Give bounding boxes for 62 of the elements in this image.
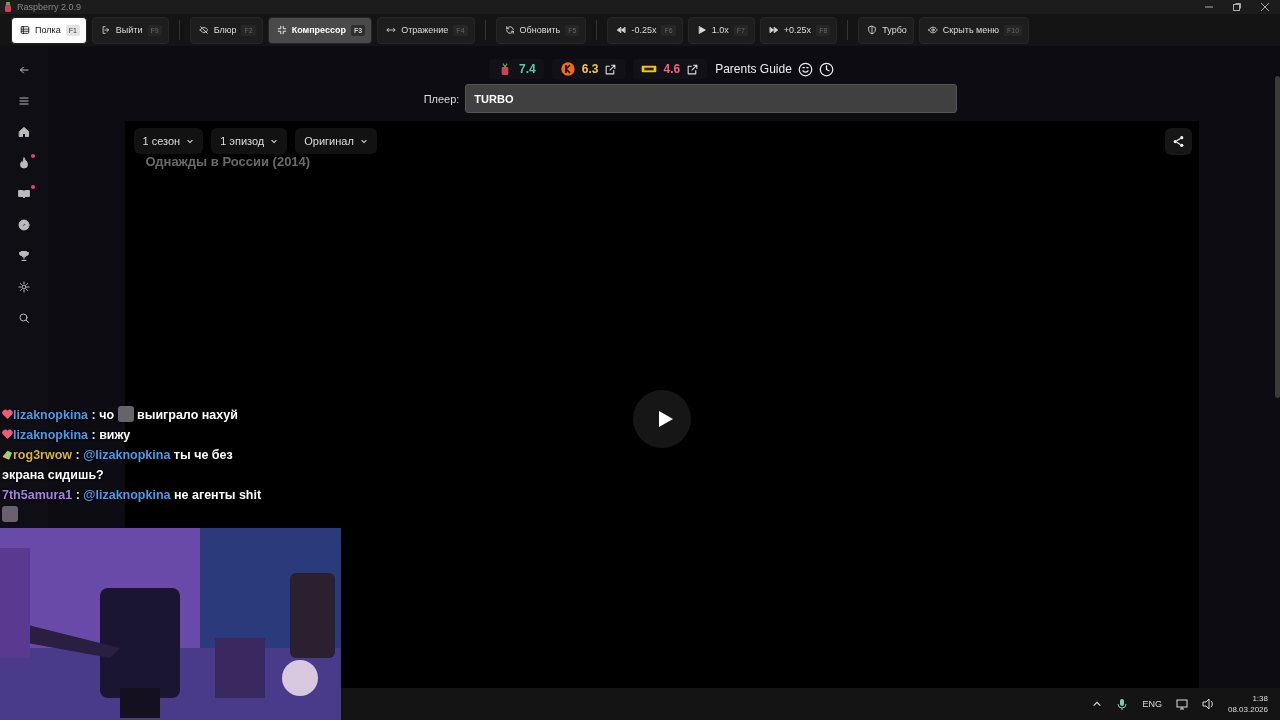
shield-icon [867, 25, 878, 35]
chevron-up-icon[interactable] [1092, 699, 1103, 709]
heart-badge-icon [2, 409, 13, 420]
book-icon [18, 188, 30, 200]
back-arrow-icon [18, 64, 30, 76]
settings-icon [18, 281, 30, 293]
chat-message: rog3rwow : @lizaknopkina ты че без экрана сидишь? [2, 447, 234, 484]
network-icon[interactable] [1175, 698, 1188, 710]
external-link-icon[interactable] [604, 62, 618, 76]
restore-icon[interactable] [1232, 2, 1242, 12]
eye-off-icon [198, 25, 209, 35]
chevron-down-icon [186, 137, 195, 145]
rewind-icon [616, 25, 627, 35]
chat-message: lizaknopkina : чо выиграло нахуй [2, 405, 270, 425]
rating-value: 4.6 [663, 62, 681, 76]
chevron-down-icon [359, 137, 368, 145]
gem-badge-icon [2, 449, 13, 460]
trophy-icon [18, 250, 30, 262]
chat-message: lizaknopkina : вижу [2, 425, 270, 445]
share-icon [1171, 135, 1185, 148]
play-icon [696, 25, 707, 35]
eye-icon [927, 25, 938, 35]
emote-icon [117, 406, 134, 422]
exit-icon [100, 25, 111, 35]
fast-forward-icon [768, 25, 779, 35]
microphone-icon[interactable] [1116, 698, 1129, 710]
menu-icon [18, 95, 30, 107]
compress-icon [276, 25, 287, 35]
video-title: Однажды в России (2014) [145, 154, 311, 169]
dropdown[interactable]: 1 эпизод [211, 128, 288, 154]
flame-icon [18, 157, 30, 169]
notification-dot [31, 185, 35, 189]
rating-value: 7.4 [519, 62, 536, 76]
heart-badge-icon [2, 429, 13, 440]
shelf-icon [20, 25, 30, 35]
search-icon [18, 312, 30, 324]
dropdown[interactable]: Оригинал [295, 128, 377, 154]
parents-guide-label[interactable]: Parents Guide [715, 62, 792, 76]
external-link-icon[interactable] [686, 62, 700, 76]
clock-time[interactable]: 1:38 [1252, 693, 1268, 704]
chat-message: 7th5amura1 : @lizaknopkina не агенты shit [2, 485, 270, 525]
close-icon[interactable] [1260, 2, 1270, 12]
dropdown[interactable]: 1 сезон [133, 128, 204, 154]
window-title: Raspberry 2.0.9 [17, 2, 82, 12]
emote-icon [2, 506, 18, 522]
compass-icon [18, 219, 30, 231]
chevron-down-icon [270, 137, 279, 145]
speaker-icon[interactable] [1201, 698, 1214, 710]
notification-dot [31, 154, 35, 158]
clock-icon [818, 61, 834, 77]
smiley-icon [797, 61, 813, 77]
toolbar-button[interactable]: Турбо [858, 16, 914, 44]
app-logo-icon [3, 2, 13, 12]
clock-date[interactable]: 08.03.2026 [1227, 704, 1268, 715]
player-field[interactable]: TURBO [465, 84, 958, 113]
share-button[interactable] [1164, 128, 1192, 155]
language-indicator[interactable]: ENG [1142, 699, 1162, 709]
home-icon [18, 126, 30, 138]
arrows-horizontal-icon [386, 25, 397, 35]
rating-value: 6.3 [581, 62, 599, 76]
player-label: Плеер: [423, 92, 460, 105]
refresh-icon [504, 25, 515, 35]
